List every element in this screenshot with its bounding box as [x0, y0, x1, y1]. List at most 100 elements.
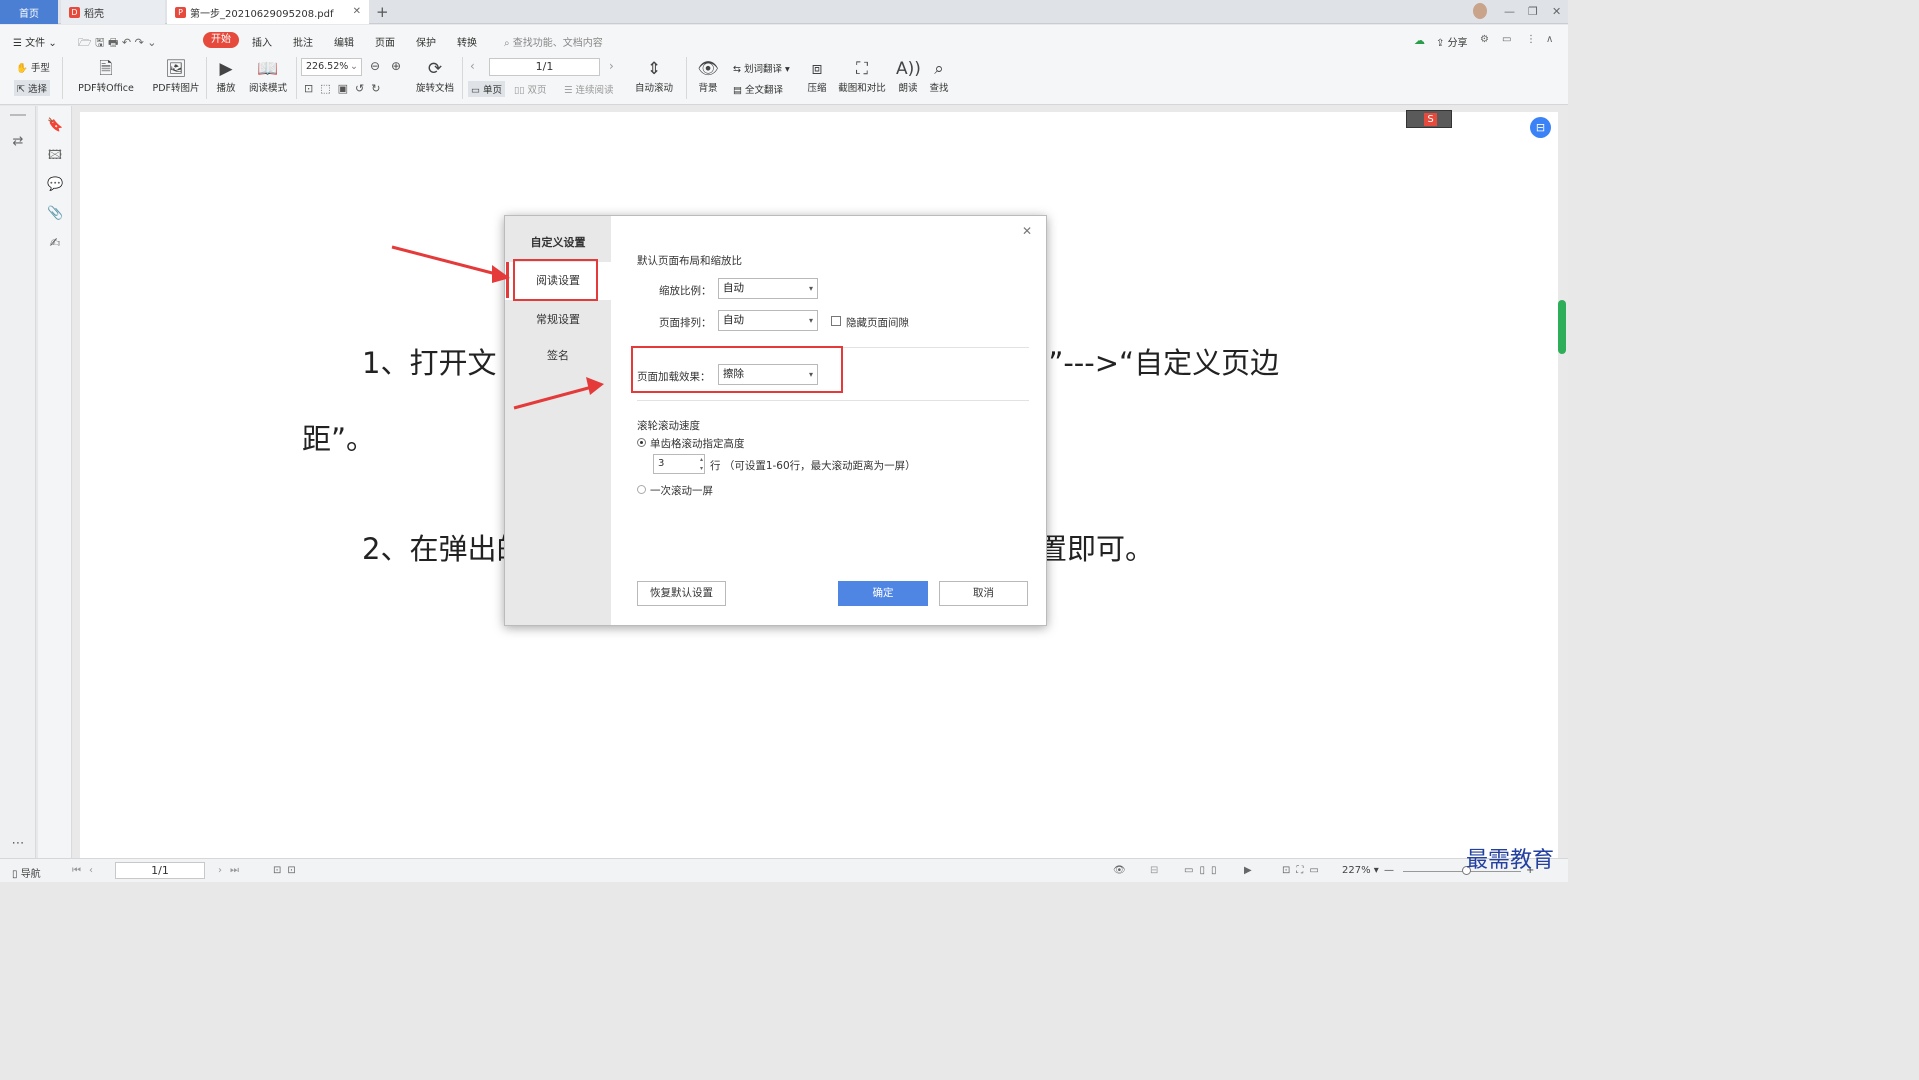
prev-page-icon[interactable]: ‹: [470, 59, 475, 73]
minimize-icon[interactable]: —: [1504, 5, 1515, 18]
cancel-button[interactable]: 取消: [939, 581, 1028, 606]
zoom-out-icon[interactable]: ⊖: [370, 59, 380, 73]
share-label: 分享: [1447, 38, 1468, 49]
find-button[interactable]: ⌕ 查找: [927, 58, 951, 94]
pdf-to-image-button[interactable]: 🖼 PDF转图片: [150, 58, 202, 94]
collapse-ribbon-icon[interactable]: ∧: [1546, 34, 1553, 45]
nav-toggle[interactable]: ▯ 导航: [12, 865, 41, 880]
view-tools-icons[interactable]: ⊡⬚▣↺↻: [304, 82, 387, 95]
menu-start[interactable]: 开始: [203, 32, 239, 48]
page-mode-icons[interactable]: ▭▯▯: [1184, 865, 1222, 876]
rotate-button[interactable]: ⟳ 旋转文档: [414, 58, 456, 94]
full-translate-label: 全文翻译: [745, 85, 784, 96]
close-window-icon[interactable]: ✕: [1552, 5, 1561, 18]
radio-full-screen[interactable]: [637, 485, 646, 494]
float-tool-icon[interactable]: ⊟: [1530, 117, 1551, 138]
zoom-out-status-icon[interactable]: —: [1384, 865, 1394, 876]
status-zoom[interactable]: 227% ▾: [1342, 865, 1379, 876]
menu-insert[interactable]: 插入: [252, 34, 272, 49]
word-translate-button[interactable]: ⇆ 划词翻译 ▾: [733, 61, 790, 75]
double-label: 双页: [527, 85, 547, 96]
play-status-icon[interactable]: ▶: [1244, 865, 1252, 876]
tab-home[interactable]: 首页: [0, 0, 58, 24]
signature-icon[interactable]: ✍: [47, 236, 63, 252]
hand-tool[interactable]: ✋ 手型: [16, 60, 50, 74]
tab-document[interactable]: P 第一步_20210629095208.pdf ✕: [167, 0, 369, 24]
more-icon[interactable]: ⋮: [1526, 34, 1536, 45]
select-tool[interactable]: ⇱ 选择: [14, 80, 50, 96]
layout-icon[interactable]: ⊟: [1150, 865, 1158, 876]
more-options-icon[interactable]: ⋯: [10, 836, 26, 852]
read-mode-button[interactable]: 📖 阅读模式: [246, 58, 290, 94]
word-translate-label: 划词翻译: [743, 64, 782, 75]
compress-button[interactable]: ⧈ 压缩: [804, 58, 830, 94]
arrow-line-1: [391, 245, 501, 277]
status-bar: ▯ 导航 ⏮‹ 1/1 ›⏭ ⊡⊡ 👁 ⊟ ▭▯▯ ▶ ⊡⛶▭ 227% ▾ —…: [0, 858, 1568, 882]
translate-icon[interactable]: ⇄: [10, 134, 26, 150]
scroll-lines-stepper[interactable]: 3 ▴ ▾: [653, 454, 705, 474]
message-icon[interactable]: ▭: [1502, 34, 1511, 45]
tab-shell[interactable]: D 稻壳: [61, 0, 165, 24]
bookmark-icon[interactable]: 🔖: [47, 118, 63, 134]
zoom-in-icon[interactable]: ⊕: [391, 59, 401, 73]
radio-specified-height[interactable]: [637, 438, 646, 447]
background-button[interactable]: 👁 背景: [694, 58, 722, 94]
page-arrange-select[interactable]: 自动 ▾: [718, 310, 818, 331]
read-aloud-button[interactable]: A)) 朗读: [896, 58, 921, 94]
find-label: 查找: [929, 83, 949, 94]
dialog-close-icon[interactable]: ✕: [1022, 224, 1032, 238]
new-tab-button[interactable]: +: [376, 3, 389, 21]
fit-icons[interactable]: ⊡⊡: [273, 865, 302, 876]
autoscroll-button[interactable]: ⇕ 自动滚动: [630, 58, 678, 94]
page-nav-next-icons[interactable]: ›⏭: [218, 865, 247, 876]
file-menu[interactable]: ☰ 文件 ⌄: [13, 34, 57, 49]
restore-icon[interactable]: ❐: [1528, 5, 1538, 18]
double-page-button[interactable]: ▯▯ 双页: [514, 82, 547, 96]
menu-edit[interactable]: 编辑: [334, 34, 354, 49]
zoom-select[interactable]: 226.52% ⌄: [301, 58, 362, 76]
quick-access-icons[interactable]: 🗁 🖫 🖶 ↶ ↷ ⌄: [78, 34, 157, 53]
compress-icon: ⧈: [811, 59, 823, 79]
screenshot-compare-button[interactable]: ⛶ 截图和对比: [836, 58, 888, 94]
menu-annotate[interactable]: 批注: [293, 34, 313, 49]
zoom-ratio-select[interactable]: 自动 ▾: [718, 278, 818, 299]
radio-specified-height-label: 单齿格滚动指定高度: [650, 438, 745, 450]
menu-convert[interactable]: 转换: [457, 34, 477, 49]
tab-home-label: 首页: [19, 8, 39, 20]
continuous-button[interactable]: ☰ 连续阅读: [564, 82, 614, 96]
dropdown-arrow-icon: ▾: [808, 316, 813, 325]
cloud-sync-icon[interactable]: ☁: [1414, 34, 1425, 47]
comment-icon[interactable]: 💬: [47, 177, 63, 193]
ok-button[interactable]: 确定: [838, 581, 928, 606]
full-translate-button[interactable]: ▤ 全文翻译: [733, 82, 783, 96]
rotate-label: 旋转文档: [415, 83, 454, 94]
page-nav-icons[interactable]: ⏮‹: [72, 865, 101, 876]
search-box[interactable]: ⌕ 查找功能、文档内容: [504, 34, 603, 49]
thumbnail-icon[interactable]: 🖾: [47, 148, 63, 164]
autoscroll-label: 自动滚动: [634, 83, 673, 94]
share-button[interactable]: ⇪ 分享: [1436, 34, 1468, 49]
avatar[interactable]: [1473, 3, 1487, 19]
attachment-icon[interactable]: 📎: [47, 206, 63, 222]
scroll-section-title: 滚轮滚动速度: [637, 420, 700, 432]
pdf-to-office-button[interactable]: 🗎 PDF转Office: [74, 58, 138, 94]
next-page-icon[interactable]: ›: [609, 59, 614, 73]
play-button[interactable]: ▶ 播放: [212, 58, 240, 94]
page-input[interactable]: 1/1: [489, 58, 600, 76]
search-placeholder: 查找功能、文档内容: [512, 38, 603, 49]
sogou-icon: S: [1424, 113, 1437, 126]
zoom-fit-icons[interactable]: ⊡⛶▭: [1282, 865, 1325, 876]
menu-protect[interactable]: 保护: [416, 34, 436, 49]
hide-gap-checkbox[interactable]: [831, 316, 841, 326]
ime-toolbar[interactable]: S: [1406, 110, 1452, 128]
single-page-button[interactable]: ▭ 单页: [468, 81, 506, 97]
play-label: 播放: [216, 83, 236, 94]
scrollbar-thumb[interactable]: [1558, 300, 1566, 354]
restore-defaults-button[interactable]: 恢复默认设置: [637, 581, 726, 606]
menu-page[interactable]: 页面: [375, 34, 395, 49]
eye-mode-icon[interactable]: 👁: [1113, 865, 1126, 876]
tab-document-label: 第一步_20210629095208.pdf: [190, 8, 334, 20]
status-page-input[interactable]: 1/1: [115, 862, 205, 879]
close-tab-icon[interactable]: ✕: [353, 6, 361, 17]
settings-icon[interactable]: ⚙: [1480, 34, 1489, 45]
